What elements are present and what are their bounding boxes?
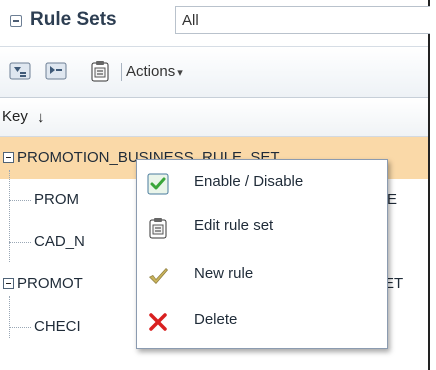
tree-row-label-tail: E xyxy=(387,191,398,208)
tree-connector xyxy=(9,242,31,243)
tree-collapse-icon[interactable] xyxy=(3,278,14,289)
menu-item-new-rule[interactable]: New rule xyxy=(137,256,387,300)
expand-all-icon[interactable] xyxy=(9,60,31,82)
collapse-panel-icon[interactable] xyxy=(10,15,22,27)
tree-row-label: CHECI xyxy=(34,318,81,335)
red-x-icon xyxy=(149,313,167,331)
collapse-all-icon[interactable] xyxy=(45,60,67,82)
checkbox-check-icon xyxy=(147,173,169,195)
toolbar: Actions ▾ xyxy=(0,46,428,98)
context-menu: Enable / Disable Edit rule set New rule xyxy=(136,159,388,349)
menu-item-label: Enable / Disable xyxy=(194,173,304,190)
menu-item-delete[interactable]: Delete xyxy=(137,302,387,346)
tree-connector xyxy=(9,327,31,328)
menu-item-label: Delete xyxy=(194,311,238,328)
caret-down-icon: ▾ xyxy=(177,67,183,79)
tree-row-label: CAD_N xyxy=(34,233,85,250)
sort-descending-icon[interactable]: ↓ xyxy=(37,109,45,126)
tree-row-label: PROM xyxy=(34,191,79,208)
tree-connector xyxy=(9,200,31,201)
rule-sets-panel: Rule Sets All Actions ▾ Key ↓ PROMOTION_… xyxy=(0,0,430,370)
panel-header: Rule Sets All xyxy=(0,0,430,42)
actions-label: Actions xyxy=(126,63,176,80)
menu-item-edit-rule-set[interactable]: Edit rule set xyxy=(137,208,387,252)
menu-item-label: New rule xyxy=(194,265,254,282)
checkmark-icon xyxy=(149,268,168,284)
panel-title: Rule Sets xyxy=(30,9,117,30)
clipboard-icon xyxy=(149,218,167,239)
column-key-label: Key xyxy=(2,108,28,125)
tree-row-label: PROMOT xyxy=(17,275,83,292)
menu-item-enable-disable[interactable]: Enable / Disable xyxy=(137,164,387,208)
edit-clipboard-icon[interactable] xyxy=(89,60,111,82)
tree-collapse-icon[interactable] xyxy=(3,152,14,163)
menu-item-label: Edit rule set xyxy=(194,217,274,234)
toolbar-separator xyxy=(121,63,122,81)
actions-menu-button[interactable]: Actions ▾ xyxy=(126,63,183,80)
column-header[interactable]: Key ↓ xyxy=(0,98,428,137)
filter-field[interactable]: All xyxy=(175,6,430,34)
